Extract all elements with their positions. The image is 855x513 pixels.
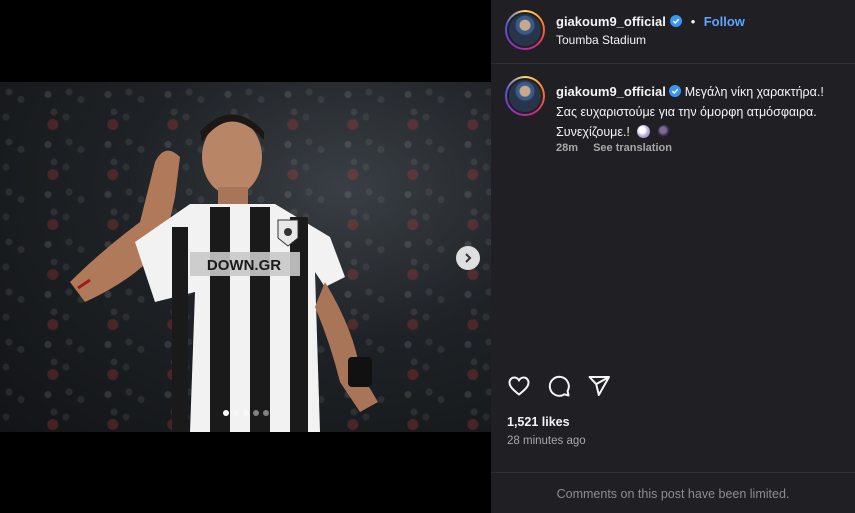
dot-separator: • bbox=[690, 14, 696, 29]
chevron-right-icon bbox=[465, 253, 472, 263]
header-username[interactable]: giakoum9_official bbox=[556, 14, 666, 29]
verified-badge-icon bbox=[670, 15, 683, 27]
caption-time: 28m bbox=[556, 142, 579, 154]
post-timestamp: 28 minutes ago bbox=[507, 435, 586, 447]
carousel-dot[interactable] bbox=[252, 410, 259, 416]
likes-count[interactable]: 1,521 likes bbox=[507, 415, 570, 429]
post-caption: giakoum9_official Μεγάλη νίκη χαρακτήρα.… bbox=[556, 82, 855, 142]
post-header: giakoum9_official • Follow Toumba Stadiu… bbox=[491, 0, 855, 64]
post-actions bbox=[507, 374, 611, 398]
carousel-dot[interactable] bbox=[232, 410, 239, 416]
follow-button[interactable]: Follow bbox=[704, 14, 745, 29]
moon-emoji-icon bbox=[637, 125, 651, 138]
caption-avatar[interactable] bbox=[505, 76, 545, 116]
share-icon[interactable] bbox=[587, 374, 611, 398]
caption-line-1: Μεγάλη νίκη χαρακτήρα.! bbox=[684, 85, 824, 99]
post-side-panel: giakoum9_official • Follow Toumba Stadiu… bbox=[491, 0, 855, 513]
jersey-sponsor-text: DOWN.GR bbox=[207, 257, 281, 274]
media-pane: DOWN.GR bbox=[0, 0, 491, 513]
comments-limited-notice: Comments on this post have been limited. bbox=[491, 472, 855, 513]
caption-line-3: Συνεχίζουμε.! bbox=[556, 125, 630, 139]
verified-badge-icon bbox=[669, 85, 682, 97]
comment-icon[interactable] bbox=[547, 374, 571, 398]
carousel-next-button[interactable] bbox=[456, 246, 480, 270]
post-photo[interactable]: DOWN.GR bbox=[0, 82, 491, 432]
carousel-dot[interactable] bbox=[262, 410, 269, 416]
caption-line-2: Σας ευχαριστούμε για την όμορφη ατμόσφαι… bbox=[556, 105, 817, 119]
dark-moon-emoji-icon bbox=[657, 125, 671, 138]
avatar[interactable] bbox=[505, 10, 545, 50]
location-link[interactable]: Toumba Stadium bbox=[556, 33, 646, 47]
carousel-dot[interactable] bbox=[222, 410, 229, 416]
see-translation-link[interactable]: See translation bbox=[593, 142, 672, 154]
carousel-dot[interactable] bbox=[242, 410, 249, 416]
heart-icon[interactable] bbox=[507, 374, 531, 398]
carousel-dots bbox=[0, 410, 491, 416]
player-figure: DOWN.GR bbox=[70, 114, 378, 432]
caption-meta: 28m See translation bbox=[556, 142, 684, 154]
caption-username[interactable]: giakoum9_official bbox=[556, 84, 666, 99]
